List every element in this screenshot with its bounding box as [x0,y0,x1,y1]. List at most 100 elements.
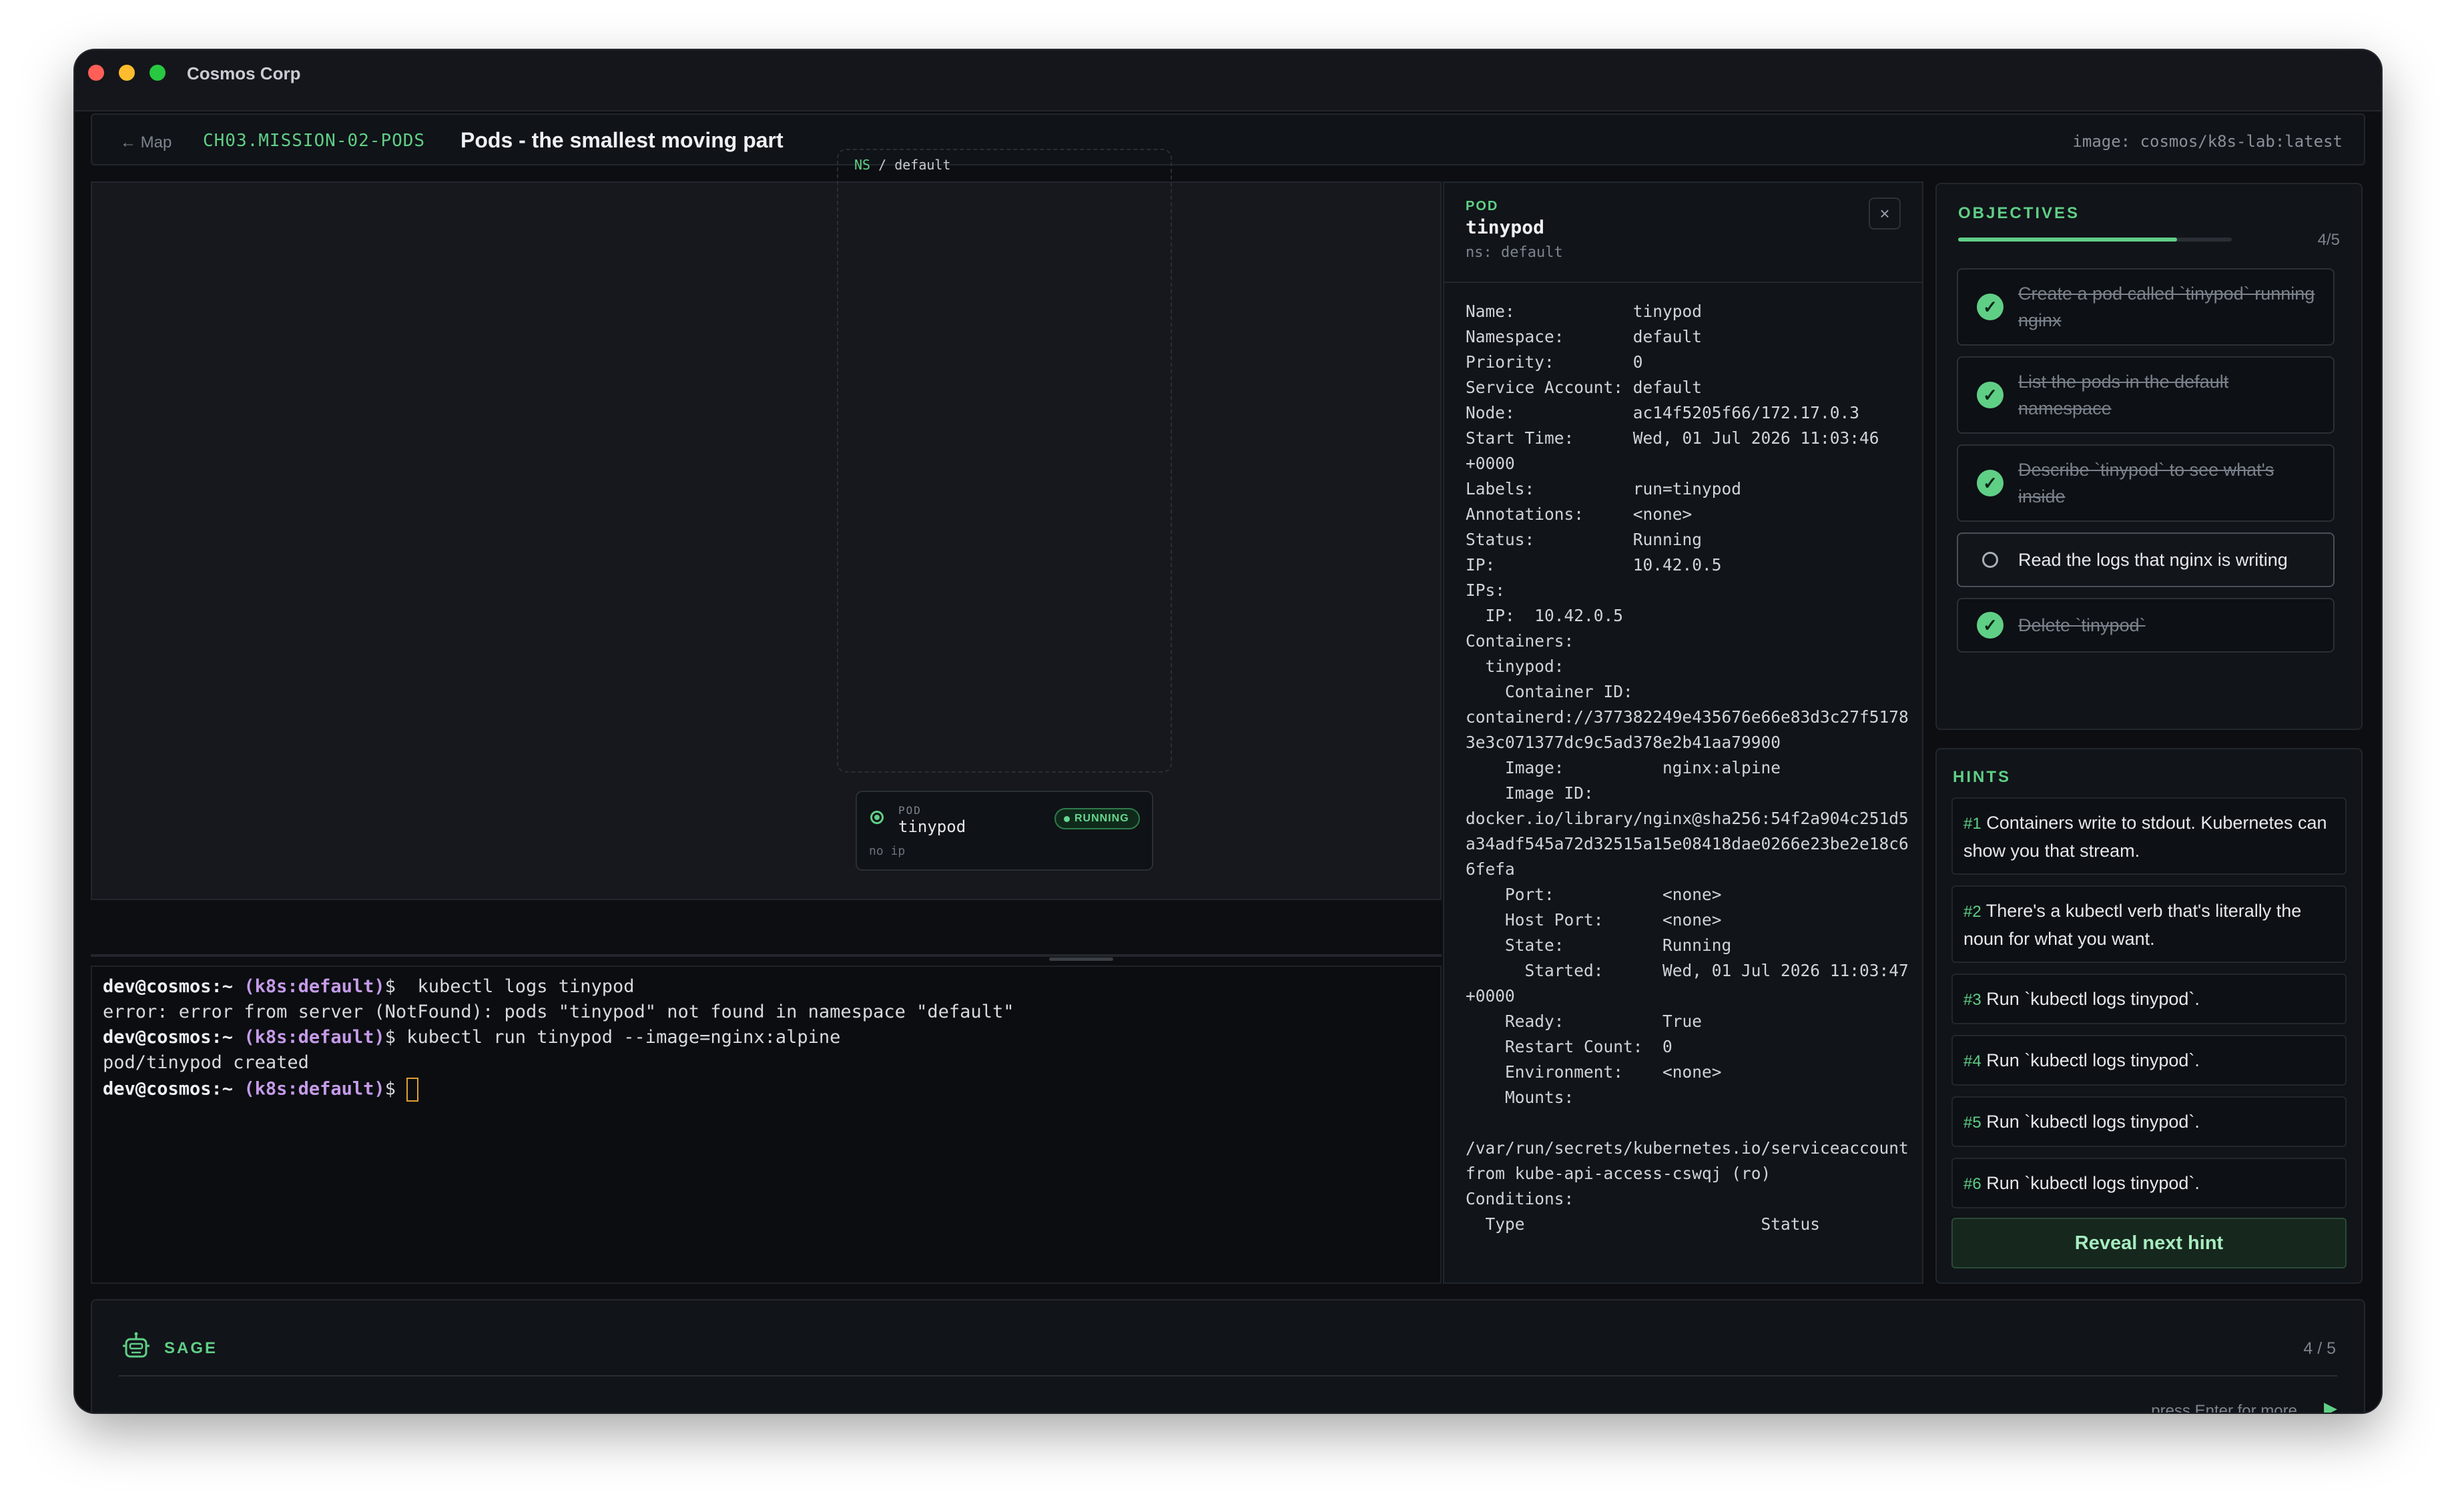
play-next-icon[interactable]: ▶ [2324,1398,2337,1413]
terminal-line: dev@cosmos:~ (k8s:default)$ kubectl logs… [103,976,635,997]
hint-body: Run `kubectl logs tinypod`. [1986,1173,2200,1193]
objectives-progress-fill [1958,238,2177,242]
resize-handle[interactable] [1049,958,1113,961]
objective-item[interactable]: ✓ List the pods in the default namespace [1957,356,2335,434]
hint-text: #5 Run `kubectl logs tinypod`. [1963,1108,2337,1136]
hint-body: Run `kubectl logs tinypod`. [1986,1112,2200,1132]
hint-item: #5 Run `kubectl logs tinypod`. [1951,1096,2347,1147]
prompt-symbol: $ [384,1027,396,1048]
namespace-label: NS / default [854,157,951,173]
terminal-command: kubectl run tinypod --image=nginx:alpine [395,1027,841,1048]
objective-label: Delete `tinypod` [2018,615,2146,635]
prompt-user: dev@cosmos:~ [103,1027,234,1048]
hint-text: #6 Run `kubectl logs tinypod`. [1963,1170,2337,1198]
hint-body: Run `kubectl logs tinypod`. [1986,1050,2200,1070]
objectives-progress-bar [1958,238,2232,242]
pod-status-badge: RUNNING [1054,808,1140,829]
reveal-next-hint-button[interactable]: Reveal next hint [1951,1218,2347,1268]
status-dot-icon [1064,816,1070,822]
check-icon: ✓ [1977,470,2004,496]
pod-panel-name: tinypod [1466,216,1545,238]
pod-ip: no ip [869,844,906,858]
namespace-separator: / [870,157,895,173]
prompt-context: (k8s:default) [244,976,385,997]
close-window-button[interactable] [88,65,104,81]
hint-body: There's a kubectl verb that's literally … [1963,901,2302,949]
hint-number: #4 [1963,1052,1981,1070]
pane-divider [91,954,1442,957]
pod-details-panel: POD tinypod ns: default × Name: tinypod … [1443,181,1923,1284]
hint-number: #3 [1963,991,1981,1009]
terminal[interactable]: dev@cosmos:~ (k8s:default)$ kubectl logs… [91,966,1442,1284]
objective-label: List the pods in the default namespace [2018,372,2229,418]
cluster-canvas[interactable] [91,181,1442,900]
pod-card[interactable]: POD tinypod no ip RUNNING [856,791,1153,871]
terminal-output: error: error from server (NotFound): pod… [103,1002,1014,1022]
objectives-count: 4/5 [2317,231,2340,249]
namespace-prefix: NS [854,157,871,173]
panel-divider [1444,282,1922,283]
hint-item: #2 There's a kubectl verb that's literal… [1951,885,2347,963]
sage-divider [119,1375,2337,1377]
pod-name: tinypod [898,817,966,836]
objective-label: Create a pod called `tinypod` running ng… [2018,284,2315,330]
prompt-symbol: $ [384,976,396,997]
terminal-output: pod/tinypod created [103,1052,309,1073]
terminal-line: dev@cosmos:~ (k8s:default)$ [103,1078,419,1102]
window-title: Cosmos Corp [187,63,301,83]
hint-number: #5 [1963,1114,1981,1132]
hints-panel: HINTS #1 Containers write to stdout. Kub… [1935,748,2363,1284]
mission-header: ← Map CH03.MISSION-02-PODS Pods - the sm… [91,113,2365,165]
check-icon: ✓ [1977,294,2004,320]
objective-label: Read the logs that nginx is writing [2018,550,2288,570]
objectives-panel: OBJECTIVES 4/5 ✓ Create a pod called `ti… [1935,183,2363,730]
back-to-map-link[interactable]: ← Map [120,133,172,152]
close-panel-button[interactable]: × [1869,198,1901,230]
check-icon: ✓ [1977,612,2004,639]
objectives-title: OBJECTIVES [1958,204,2080,222]
hint-text: #1 Containers write to stdout. Kubernete… [1963,809,2337,864]
objective-item[interactable]: ✓ Create a pod called `tinypod` running … [1957,268,2335,346]
objective-item[interactable]: ✓ Delete `tinypod` [1957,598,2335,653]
terminal-command [396,1079,406,1100]
terminal-line: dev@cosmos:~ (k8s:default)$ kubectl run … [103,1027,840,1048]
pod-panel-kind: POD [1466,199,1499,214]
hint-number: #6 [1963,1175,1981,1193]
title-bar: Cosmos Corp [75,50,2381,111]
pod-status-icon [870,811,884,824]
press-enter-hint: press Enter for more [2151,1402,2297,1413]
mission-title: Pods - the smallest moving part [460,128,784,152]
hint-item: #3 Run `kubectl logs tinypod`. [1951,974,2347,1024]
hint-text: #2 There's a kubectl verb that's literal… [1963,897,2337,952]
namespace-name: default [894,157,951,173]
objective-item[interactable]: ✓ Describe `tinypod` to see what's insid… [1957,444,2335,522]
hint-item: #1 Containers write to stdout. Kubernete… [1951,797,2347,875]
minimize-window-button[interactable] [119,65,135,81]
objective-item-current[interactable]: Read the logs that nginx is writing [1957,532,2335,587]
pending-circle-icon [1982,552,1998,568]
pod-kind-label: POD [898,804,922,817]
hint-body: Containers write to stdout. Kubernetes c… [1963,813,2327,861]
sage-robot-icon [123,1332,149,1358]
app-window: Cosmos Corp ← Map CH03.MISSION-02-PODS P… [75,50,2381,1413]
prompt-symbol: $ [384,1078,396,1100]
dialogue-page-count: 4 / 5 [2303,1339,2336,1358]
hint-item: #6 Run `kubectl logs tinypod`. [1951,1158,2347,1208]
hint-body: Run `kubectl logs tinypod`. [1986,989,2200,1009]
mission-id: CH03.MISSION-02-PODS [203,131,426,151]
prompt-context: (k8s:default) [244,1027,385,1048]
pod-panel-namespace: ns: default [1466,244,1563,261]
pod-describe-output: Name: tinypod Namespace: default Priorit… [1466,302,1909,1234]
hint-number: #2 [1963,903,1981,921]
objective-label: Describe `tinypod` to see what's inside [2018,460,2274,506]
maximize-window-button[interactable] [149,65,166,81]
check-icon: ✓ [1977,382,2004,408]
prompt-context: (k8s:default) [244,1078,385,1100]
sage-dialogue[interactable]: SAGE 4 / 5 press Enter for more ▶ [91,1299,2365,1413]
hint-text: #4 Run `kubectl logs tinypod`. [1963,1047,2337,1075]
hints-title: HINTS [1953,768,2011,786]
hint-item: #4 Run `kubectl logs tinypod`. [1951,1035,2347,1086]
namespace-box: NS / default [837,149,1172,773]
terminal-cursor[interactable] [406,1078,419,1102]
hint-number: #1 [1963,815,1981,833]
